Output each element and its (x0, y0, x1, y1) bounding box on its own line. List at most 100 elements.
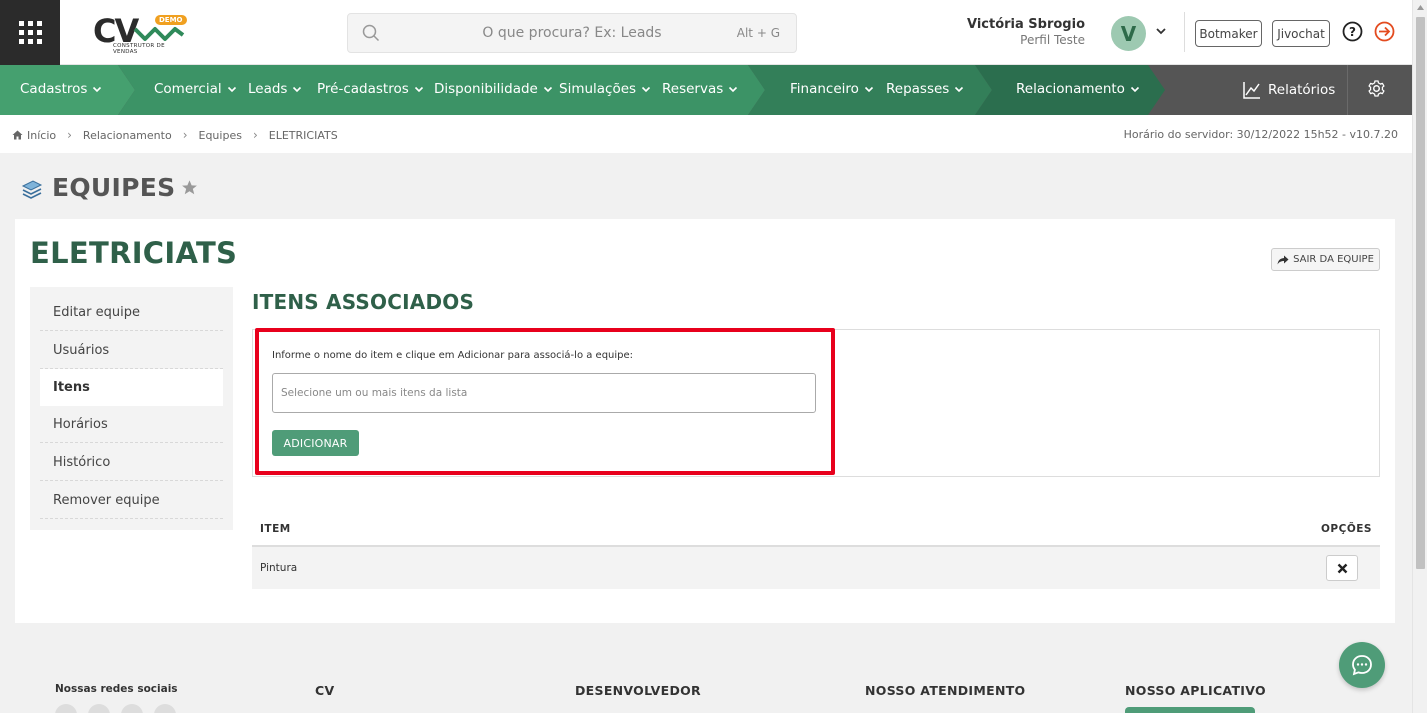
gear-icon[interactable] (1367, 79, 1386, 98)
highlight-frame (255, 328, 835, 475)
table-row: Pintura (252, 547, 1380, 589)
side-item-horarios[interactable]: Horários (40, 406, 223, 443)
team-card: ELETRICIATS SAIR DA EQUIPE Editar equipe… (15, 219, 1395, 623)
page-title: EQUIPES (20, 173, 198, 202)
botmaker-button[interactable]: Botmaker (1195, 20, 1262, 47)
logo[interactable]: CV DEMO CONSTRUTOR DE VENDAS (93, 12, 188, 55)
breadcrumb-bar: Início › Relacionamento › Equipes › ELET… (0, 115, 1412, 153)
chevron-down-icon (729, 86, 738, 93)
svg-text:?: ? (1349, 25, 1356, 39)
apps-menu-button[interactable] (0, 0, 60, 65)
share-icon (1277, 255, 1289, 264)
divider (1184, 12, 1185, 52)
youtube-icon[interactable] (121, 704, 143, 713)
nav-pre-cadastros[interactable]: Pré-cadastros (317, 81, 424, 97)
app-store-button[interactable] (1125, 707, 1255, 713)
jivochat-button[interactable]: Jivochat (1272, 20, 1330, 47)
nav-label: Financeiro (790, 81, 859, 97)
page-heading: EQUIPES (52, 173, 176, 202)
nav-label: Relatórios (1268, 82, 1336, 98)
avatar[interactable]: V (1111, 16, 1146, 51)
chevron-down-icon (642, 86, 651, 93)
nav-simulacoes[interactable]: Simulações (559, 81, 651, 97)
close-icon (1337, 563, 1347, 573)
nav-label: Leads (248, 81, 288, 97)
instagram-icon[interactable] (88, 704, 110, 713)
remove-item-button[interactable] (1326, 555, 1358, 581)
nav-leads[interactable]: Leads (248, 81, 302, 97)
item-cell: Pintura (260, 562, 298, 574)
chevron-down-icon (1130, 86, 1140, 93)
breadcrumb-home[interactable]: Início (27, 129, 56, 142)
chevron-down-icon (93, 86, 102, 93)
chat-icon (1352, 655, 1372, 676)
help-icon[interactable]: ? (1342, 21, 1363, 42)
footer-app: NOSSO APLICATIVO (1125, 683, 1266, 698)
footer-support: NOSSO ATENDIMENTO (865, 683, 1026, 698)
chevron-down-icon[interactable] (1155, 25, 1167, 37)
breadcrumb-relacionamento[interactable]: Relacionamento (83, 129, 172, 142)
nav-label: Simulações (559, 81, 637, 97)
nav-label: Repasses (886, 81, 950, 97)
side-item-remover-equipe[interactable]: Remover equipe (40, 482, 223, 519)
chevron-down-icon (293, 86, 302, 93)
team-icon (21, 179, 43, 199)
footer-developer: DESENVOLVEDOR (575, 683, 701, 698)
nav-label: Reservas (662, 81, 724, 97)
main-nav: Cadastros Comercial Leads Pré-cadastros … (0, 65, 1412, 115)
nav-financeiro[interactable]: Financeiro (790, 81, 874, 97)
nav-label: Disponibilidade (434, 81, 538, 97)
breadcrumb: Início › Relacionamento › Equipes › ELET… (12, 128, 338, 142)
arrow-up-icon[interactable] (1417, 5, 1424, 10)
chevron-right-icon: › (182, 128, 188, 142)
side-item-historico[interactable]: Histórico (40, 444, 223, 481)
leave-team-button[interactable]: SAIR DA EQUIPE (1271, 248, 1380, 271)
home-icon (12, 130, 23, 140)
nav-disponibilidade[interactable]: Disponibilidade (434, 81, 553, 97)
chevron-down-icon (955, 86, 964, 93)
chevron-down-icon (414, 86, 423, 93)
chevron-right-icon: › (252, 128, 258, 142)
chat-button[interactable] (1339, 642, 1385, 688)
search-shortcut: Alt + G (736, 26, 780, 40)
chevron-down-icon (543, 86, 552, 93)
nav-label: Relacionamento (1016, 81, 1125, 97)
logo-wave-icon (133, 27, 185, 41)
side-item-usuarios[interactable]: Usuários (40, 332, 223, 369)
team-name: ELETRICIATS (30, 236, 238, 270)
linkedin-icon[interactable] (154, 704, 176, 713)
nav-label: Pré-cadastros (317, 81, 409, 97)
side-item-editar-equipe[interactable]: Editar equipe (40, 294, 223, 331)
side-item-itens[interactable]: Itens (40, 369, 223, 406)
scrollbar-thumb[interactable] (1416, 17, 1425, 569)
social-links (55, 704, 176, 713)
nav-comercial[interactable]: Comercial (154, 81, 237, 97)
chevron-right-icon: › (67, 128, 72, 142)
chevron-down-icon (227, 86, 236, 93)
breadcrumb-current: ELETRICIATS (268, 128, 338, 142)
star-icon[interactable] (181, 179, 198, 196)
chevron-down-icon (864, 86, 873, 93)
logout-icon[interactable] (1374, 21, 1395, 42)
nav-cadastros[interactable]: Cadastros (20, 81, 102, 97)
footer-social-title: Nossas redes sociais (55, 683, 178, 695)
breadcrumb-equipes[interactable]: Equipes (199, 129, 242, 142)
nav-reservas[interactable]: Reservas (662, 81, 738, 97)
demo-badge: DEMO (155, 15, 187, 25)
nav-relatorios[interactable]: Relatórios (1243, 81, 1335, 99)
footer-cv: CV (315, 683, 335, 698)
server-time: Horário do servidor: 30/12/2022 15h52 - … (1123, 128, 1398, 141)
scrollbar[interactable] (1412, 0, 1427, 713)
nav-label: Comercial (154, 81, 222, 97)
leave-team-label: SAIR DA EQUIPE (1293, 254, 1374, 265)
column-header-item: ITEM (260, 523, 291, 535)
nav-repasses[interactable]: Repasses (886, 81, 964, 97)
items-table: ITEM OPÇÕES Pintura (252, 511, 1380, 589)
facebook-icon[interactable] (55, 704, 77, 713)
search-bar[interactable]: O que procura? Ex: Leads Alt + G (347, 13, 797, 53)
section-title: ITENS ASSOCIADOS (252, 290, 475, 314)
grid-icon (18, 21, 42, 44)
user-name[interactable]: Victória Sbrogio (967, 17, 1085, 32)
nav-relacionamento[interactable]: Relacionamento (1016, 81, 1140, 97)
side-menu: Editar equipe Usuários Itens Horários Hi… (30, 287, 233, 530)
